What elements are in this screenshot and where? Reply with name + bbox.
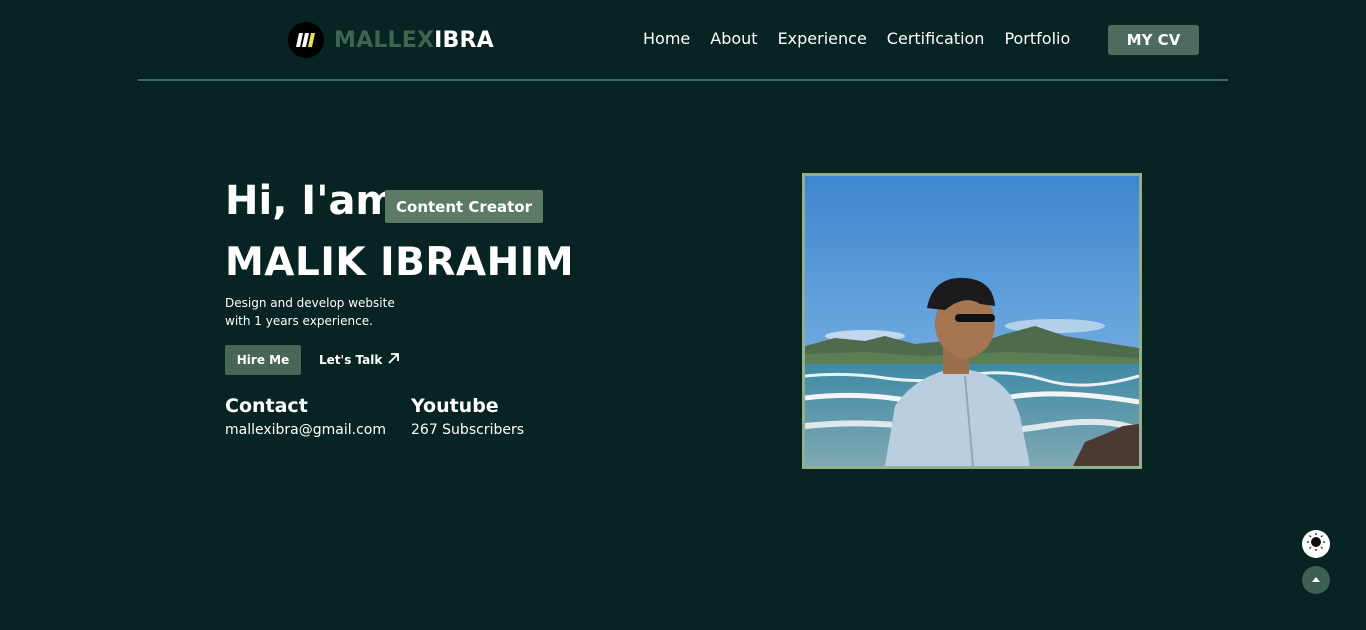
sun-icon xyxy=(1306,532,1326,556)
hero-name: MALIK IBRAHIM xyxy=(225,240,575,285)
brand-link[interactable]: MALLEXIBRA xyxy=(288,22,494,58)
hire-me-button[interactable]: Hire Me xyxy=(225,345,301,375)
theme-toggle-button[interactable] xyxy=(1302,530,1330,558)
arrow-up-right-icon xyxy=(387,352,400,368)
role-badge: Content Creator xyxy=(385,190,543,223)
youtube-block: Youtube 267 Subscribers xyxy=(411,395,524,438)
youtube-subscribers: 267 Subscribers xyxy=(411,422,525,438)
logo-icon xyxy=(288,22,324,58)
contact-heading: Contact xyxy=(225,395,308,417)
my-cv-button[interactable]: MY CV xyxy=(1108,25,1199,55)
brand-name-part2: IBRA xyxy=(434,27,494,53)
contact-email: mallexibra@gmail.com xyxy=(225,422,386,438)
brand-name: MALLEXIBRA xyxy=(334,28,494,53)
nav-link-experience[interactable]: Experience xyxy=(778,29,867,48)
nav-link-home[interactable]: Home xyxy=(643,29,690,48)
profile-photo xyxy=(802,173,1142,469)
nav-link-about[interactable]: About xyxy=(710,29,757,48)
nav-links: Home About Experience Certification Port… xyxy=(643,29,1070,48)
lets-talk-label: Let's Talk xyxy=(319,353,383,367)
nav-link-certification[interactable]: Certification xyxy=(887,29,985,48)
navbar: MALLEXIBRA Home About Experience Certifi… xyxy=(138,0,1228,81)
scroll-top-button[interactable] xyxy=(1302,566,1330,594)
brand-name-part1: MALLEX xyxy=(334,27,435,53)
nav-link-portfolio[interactable]: Portfolio xyxy=(1004,29,1070,48)
hero-description: Design and develop website with 1 years … xyxy=(225,294,425,330)
contact-block: Contact mallexibra@gmail.com xyxy=(225,395,386,438)
chevron-up-icon xyxy=(1310,571,1322,590)
greeting-heading: Hi, I'am xyxy=(225,178,398,224)
hero-description-line1: Design and develop website xyxy=(225,296,395,310)
lets-talk-link[interactable]: Let's Talk xyxy=(319,352,400,368)
hero-description-line2: with 1 years experience. xyxy=(225,314,373,328)
youtube-heading: Youtube xyxy=(411,395,499,417)
